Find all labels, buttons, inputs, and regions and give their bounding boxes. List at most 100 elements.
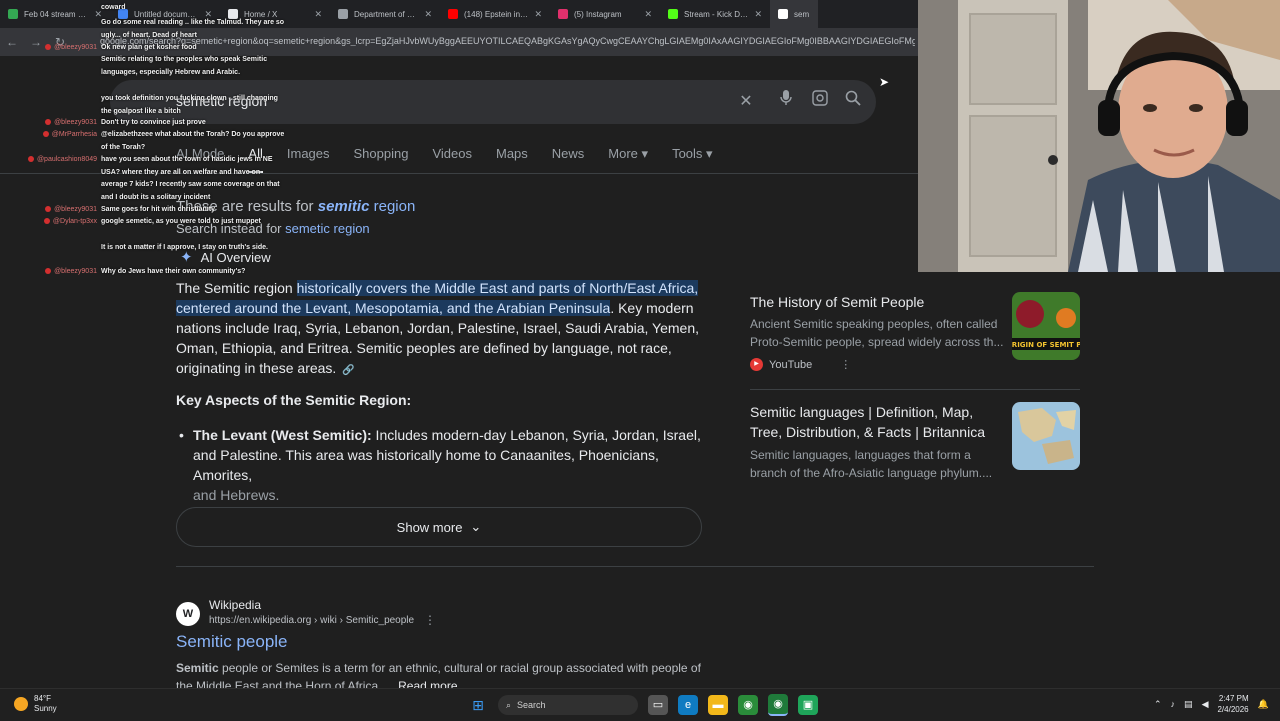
browser-tab[interactable]: (148) Epstein interview ✕ bbox=[440, 0, 550, 28]
card-title[interactable]: The History of Semit People bbox=[750, 292, 1005, 312]
clock-date: 2/4/2026 bbox=[1217, 705, 1249, 714]
chat-username: @bleezy9031 bbox=[45, 204, 97, 216]
ai-intro-plain: The Semitic region bbox=[176, 280, 297, 296]
more-options-icon[interactable]: ⋮ bbox=[424, 613, 436, 627]
chat-message: Same goes for hit with christianity bbox=[101, 206, 215, 213]
tab-title: Feb 04 stream clips bbox=[24, 9, 89, 19]
system-tray: ⌃ ♪ ▤ ◀ 2:47 PM 2/4/2026 🔔 bbox=[1154, 693, 1269, 715]
card-description: Semitic languages, languages that form a… bbox=[750, 448, 993, 480]
taskbar: 84°F Sunny ⊞ ⌕ Search ▭ e ▬ ◉ ◉ ▣ ⌃ ♪ ▤ … bbox=[0, 688, 1280, 721]
taskbar-search-label: Search bbox=[517, 700, 546, 710]
badge-icon bbox=[45, 44, 52, 51]
key-aspects-heading: Key Aspects of the Semitic Region: bbox=[176, 392, 412, 408]
badge-icon bbox=[42, 131, 49, 138]
tab-tools[interactable]: Tools ▾ bbox=[672, 146, 713, 174]
chat-username-text: @Dylan-tp3xx bbox=[52, 218, 97, 225]
close-tab-icon[interactable]: ✕ bbox=[314, 9, 322, 20]
browser-tab[interactable]: Stream - Kick Dashbo ✕ bbox=[660, 0, 770, 28]
tab-title: Department of Justice bbox=[354, 9, 419, 19]
chat-username: @paulcashion8049 bbox=[27, 154, 97, 166]
tab-news[interactable]: News bbox=[552, 146, 585, 174]
chat-message: Go do some real reading .. like the Talm… bbox=[101, 19, 285, 39]
chat-username: @bleezy9031 bbox=[45, 42, 97, 54]
result-url[interactable]: https://en.wikipedia.org › wiki › Semiti… bbox=[209, 615, 414, 626]
results-divider bbox=[176, 566, 1094, 567]
card-source-name: YouTube bbox=[769, 358, 813, 371]
result-title-link[interactable]: Semitic people bbox=[176, 632, 288, 652]
more-options-icon[interactable]: ⋮ bbox=[840, 358, 851, 371]
webcam-feed bbox=[918, 0, 1280, 272]
weather-temp: 84°F bbox=[34, 694, 51, 703]
badge-icon bbox=[45, 119, 52, 126]
clear-icon[interactable]: ✕ bbox=[734, 90, 758, 114]
close-tab-icon[interactable]: ✕ bbox=[534, 9, 542, 20]
tab-title: (5) Instagram bbox=[574, 9, 622, 19]
taskbar-apps: ⊞ ⌕ Search ▭ e ▬ ◉ ◉ ▣ bbox=[468, 694, 818, 716]
notification-icon[interactable]: 🔔 bbox=[1258, 699, 1269, 710]
close-tab-icon[interactable]: ✕ bbox=[644, 9, 652, 20]
ai-overview-text: The Semitic region historically covers t… bbox=[176, 278, 706, 381]
close-tab-icon[interactable]: ✕ bbox=[424, 9, 432, 20]
chat-message: It is not a matter if I approve, I stay … bbox=[101, 244, 268, 251]
tab-favicon-icon bbox=[778, 9, 788, 19]
windows-start-icon[interactable]: ⊞ bbox=[468, 695, 488, 715]
chevron-up-icon[interactable]: ⌃ bbox=[1154, 699, 1162, 710]
chevron-down-icon: ⌄ bbox=[470, 519, 482, 534]
network-icon[interactable]: ▤ bbox=[1184, 699, 1193, 710]
taskbar-search[interactable]: ⌕ Search bbox=[498, 695, 638, 715]
browser-tab[interactable]: (5) Instagram ✕ bbox=[550, 0, 660, 28]
chat-username-text: @bleezy9031 bbox=[54, 119, 97, 126]
map-thumbnail[interactable] bbox=[1012, 402, 1080, 470]
tab-more[interactable]: More ▾ bbox=[608, 146, 648, 174]
back-icon[interactable]: ← bbox=[0, 35, 24, 49]
chat-username-text: @MrParrhesia bbox=[51, 131, 97, 138]
search-instead-link[interactable]: semetic region bbox=[285, 221, 370, 236]
video-thumbnail[interactable]: ORIGIN OF SEMIT PE bbox=[1012, 292, 1080, 360]
chrome-active-icon[interactable]: ◉ bbox=[768, 694, 788, 716]
edge-icon[interactable]: e bbox=[678, 695, 698, 715]
task-view-icon[interactable]: ▭ bbox=[648, 695, 668, 715]
tab-maps[interactable]: Maps bbox=[496, 146, 528, 174]
search-icon[interactable] bbox=[841, 90, 865, 114]
tab-images[interactable]: Images bbox=[287, 146, 330, 174]
microphone-icon[interactable]: ♪ bbox=[1171, 699, 1176, 709]
browser-tab[interactable]: Feb 04 stream clips ✕ bbox=[0, 0, 110, 28]
chat-username-text: @bleezy9031 bbox=[54, 44, 97, 51]
corrected-query-rest[interactable]: region bbox=[369, 198, 416, 215]
chat-username: @bleezy9031 bbox=[45, 266, 97, 278]
sun-icon bbox=[14, 697, 28, 711]
corrected-query-bold[interactable]: semitic bbox=[318, 198, 370, 215]
show-more-button[interactable]: Show more ⌄ bbox=[176, 507, 702, 547]
browser-tab[interactable]: sem bbox=[770, 0, 818, 28]
file-explorer-icon[interactable]: ▬ bbox=[708, 695, 728, 715]
chat-message: Don't try to convince just prove bbox=[101, 119, 206, 126]
browser-tab[interactable]: Department of Justice ✕ bbox=[330, 0, 440, 28]
chat-username-text: @paulcashion8049 bbox=[36, 156, 97, 163]
tab-title: sem bbox=[794, 9, 810, 19]
badge-icon bbox=[45, 268, 52, 275]
tab-shopping[interactable]: Shopping bbox=[354, 146, 409, 174]
app-icon[interactable]: ▣ bbox=[798, 695, 818, 715]
bullet-title: The Levant (West Semitic): bbox=[193, 427, 372, 443]
thumbnail-caption: ORIGIN OF SEMIT PE bbox=[1012, 341, 1080, 349]
microphone-icon[interactable] bbox=[774, 90, 798, 114]
close-tab-icon[interactable]: ✕ bbox=[754, 9, 762, 20]
weather-widget[interactable]: 84°F Sunny bbox=[14, 694, 57, 714]
result-site-name[interactable]: Wikipedia bbox=[209, 598, 261, 612]
tab-favicon-icon bbox=[448, 9, 458, 19]
chat-message: have you seen about the town of hasidic … bbox=[101, 156, 280, 201]
badge-icon bbox=[43, 218, 50, 225]
clock[interactable]: 2:47 PM 2/4/2026 bbox=[1217, 693, 1248, 715]
lens-icon[interactable] bbox=[808, 90, 832, 114]
mouse-cursor-icon: ➤ bbox=[879, 75, 890, 89]
card-title[interactable]: Semitic languages | Definition, Map, Tre… bbox=[750, 402, 1005, 442]
badge-icon bbox=[27, 156, 34, 163]
chat-username-text: @bleezy9031 bbox=[54, 268, 97, 275]
link-icon[interactable]: 🔗 bbox=[342, 365, 354, 376]
chat-message: coward bbox=[101, 4, 126, 11]
weather-condition: Sunny bbox=[34, 704, 57, 713]
chrome-icon[interactable]: ◉ bbox=[738, 695, 758, 715]
tab-favicon-icon bbox=[668, 9, 678, 19]
tab-videos[interactable]: Videos bbox=[432, 146, 472, 174]
volume-icon[interactable]: ◀ bbox=[1202, 699, 1209, 710]
